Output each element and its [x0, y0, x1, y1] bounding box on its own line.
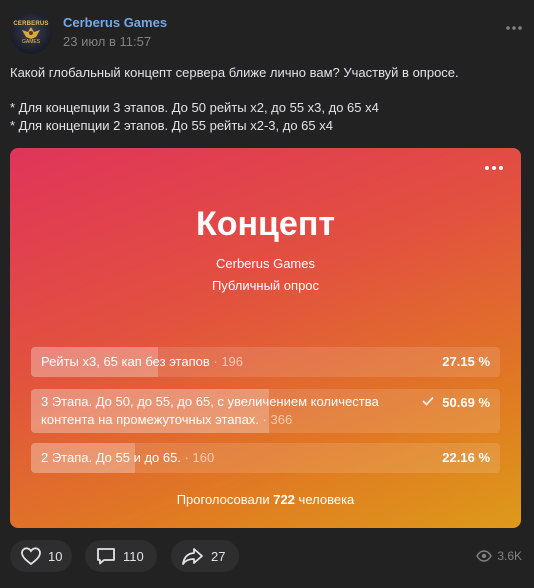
- avatar[interactable]: CERBERUS GAMES: [10, 12, 52, 54]
- poll-option-label: 2 Этапа. До 55 и до 65. · 160: [41, 450, 215, 465]
- poll-author[interactable]: Cerberus Games: [10, 256, 521, 271]
- share-count: 27: [211, 548, 226, 564]
- post-date[interactable]: 23 июл в 11:57: [63, 34, 151, 49]
- poll-title: Концепт: [195, 205, 336, 243]
- poll-option[interactable]: Рейты х3, 65 кап без этапов · 196 27.15 …: [31, 347, 500, 377]
- poll-total: Проголосовали 722 человека: [176, 492, 355, 507]
- poll-total-count: 722: [273, 492, 295, 507]
- poll-type: Публичный опрос: [211, 278, 320, 293]
- like-button[interactable]: 10: [10, 540, 72, 572]
- author-name[interactable]: Cerberus Games: [63, 15, 167, 30]
- views-count: 3.6K: [497, 549, 522, 563]
- poll-option-label: 3 Этапа. До 50, до 55, до 65, с увеличен…: [41, 394, 379, 427]
- poll-option-count: · 160: [184, 450, 215, 465]
- poll-option-percent: 27.15 %: [442, 354, 490, 369]
- comment-button[interactable]: 110: [85, 540, 157, 572]
- post-header: CERBERUS GAMES Cerberus Games 23 июл в 1…: [10, 10, 524, 54]
- more-options-icon[interactable]: [504, 18, 524, 38]
- poll-option-percent: 22.16 %: [442, 450, 490, 465]
- post-text: Какой глобальный концепт сервера ближе л…: [10, 64, 524, 135]
- poll-card: Концепт Cerberus Games Публичный опрос Р…: [10, 148, 521, 528]
- poll-option-percent: 50.69 %: [442, 395, 490, 410]
- poll-option-count: · 196: [213, 354, 244, 369]
- post-text-line: Какой глобальный концепт сервера ближе л…: [10, 65, 459, 80]
- share-button[interactable]: 27: [171, 540, 239, 572]
- comment-icon: [97, 548, 115, 565]
- avatar-logo-subtext: GAMES: [21, 39, 41, 45]
- logo-emblem-icon: [22, 27, 40, 39]
- views-counter: 3.6K: [476, 549, 522, 563]
- poll-option-label: Рейты х3, 65 кап без этапов · 196: [41, 354, 244, 369]
- poll-more-icon[interactable]: [482, 160, 506, 176]
- eye-icon: [476, 550, 493, 562]
- post-text-line: * Для концепции 2 этапов. До 55 рейты х2…: [10, 118, 333, 133]
- post-text-line: * Для концепции 3 этапов. До 50 рейты х2…: [10, 100, 379, 115]
- poll-option[interactable]: 2 Этапа. До 55 и до 65. · 160 22.16 %: [31, 443, 500, 473]
- like-count: 10: [48, 548, 63, 564]
- checkmark-icon: [422, 396, 434, 406]
- comment-count: 110: [123, 548, 144, 564]
- poll-option[interactable]: 3 Этапа. До 50, до 55, до 65, с увеличен…: [31, 389, 500, 433]
- share-icon: [182, 548, 203, 565]
- heart-icon: [21, 547, 41, 566]
- poll-option-count: · 366: [262, 412, 293, 427]
